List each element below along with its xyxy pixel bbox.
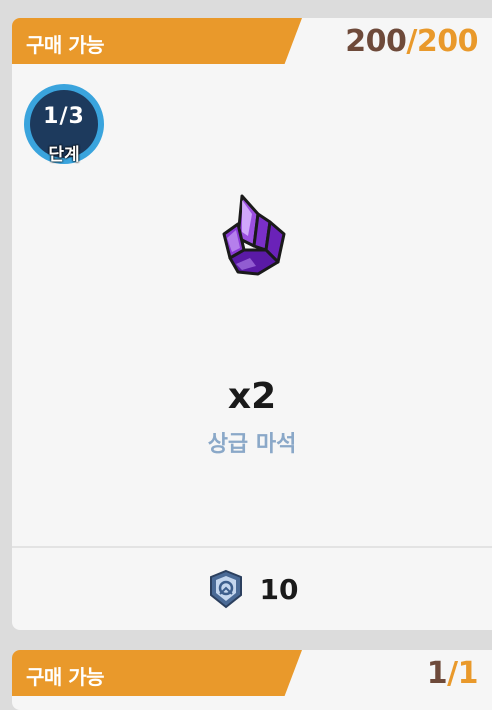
count-current: 1 xyxy=(426,656,448,691)
purchase-status-label: 구매 가능 xyxy=(26,665,105,689)
stage-badge: 1/3 단계 xyxy=(24,84,104,165)
count-separator: / xyxy=(406,24,417,59)
purchase-status-label: 구매 가능 xyxy=(26,33,105,57)
item-quantity: x2 xyxy=(227,376,277,417)
card-header: 구매 가능 200/200 xyxy=(12,18,492,64)
shop-item-card[interactable]: 구매 가능 200/200 1/3 단계 x2 상급 마석 10 xyxy=(12,18,492,630)
purchase-limit-count: 1/1 xyxy=(426,656,479,691)
card-header: 구매 가능 1/1 xyxy=(12,650,492,696)
shop-item-card[interactable]: 구매 가능 1/1 xyxy=(12,650,492,710)
count-current: 200 xyxy=(345,24,407,59)
count-max: 1 xyxy=(457,656,479,691)
stage-label: 단계 xyxy=(48,145,80,165)
item-name: 상급 마석 xyxy=(207,432,297,457)
purple-crystal-icon xyxy=(222,194,286,276)
shield-coin-icon xyxy=(209,569,242,609)
stage-fraction: 1/3 xyxy=(43,104,85,129)
count-max: 200 xyxy=(416,24,479,59)
count-separator: / xyxy=(447,656,458,691)
price-button[interactable]: 10 xyxy=(12,548,492,630)
purchase-limit-count: 200/200 xyxy=(345,24,478,59)
price-value: 10 xyxy=(259,572,299,606)
